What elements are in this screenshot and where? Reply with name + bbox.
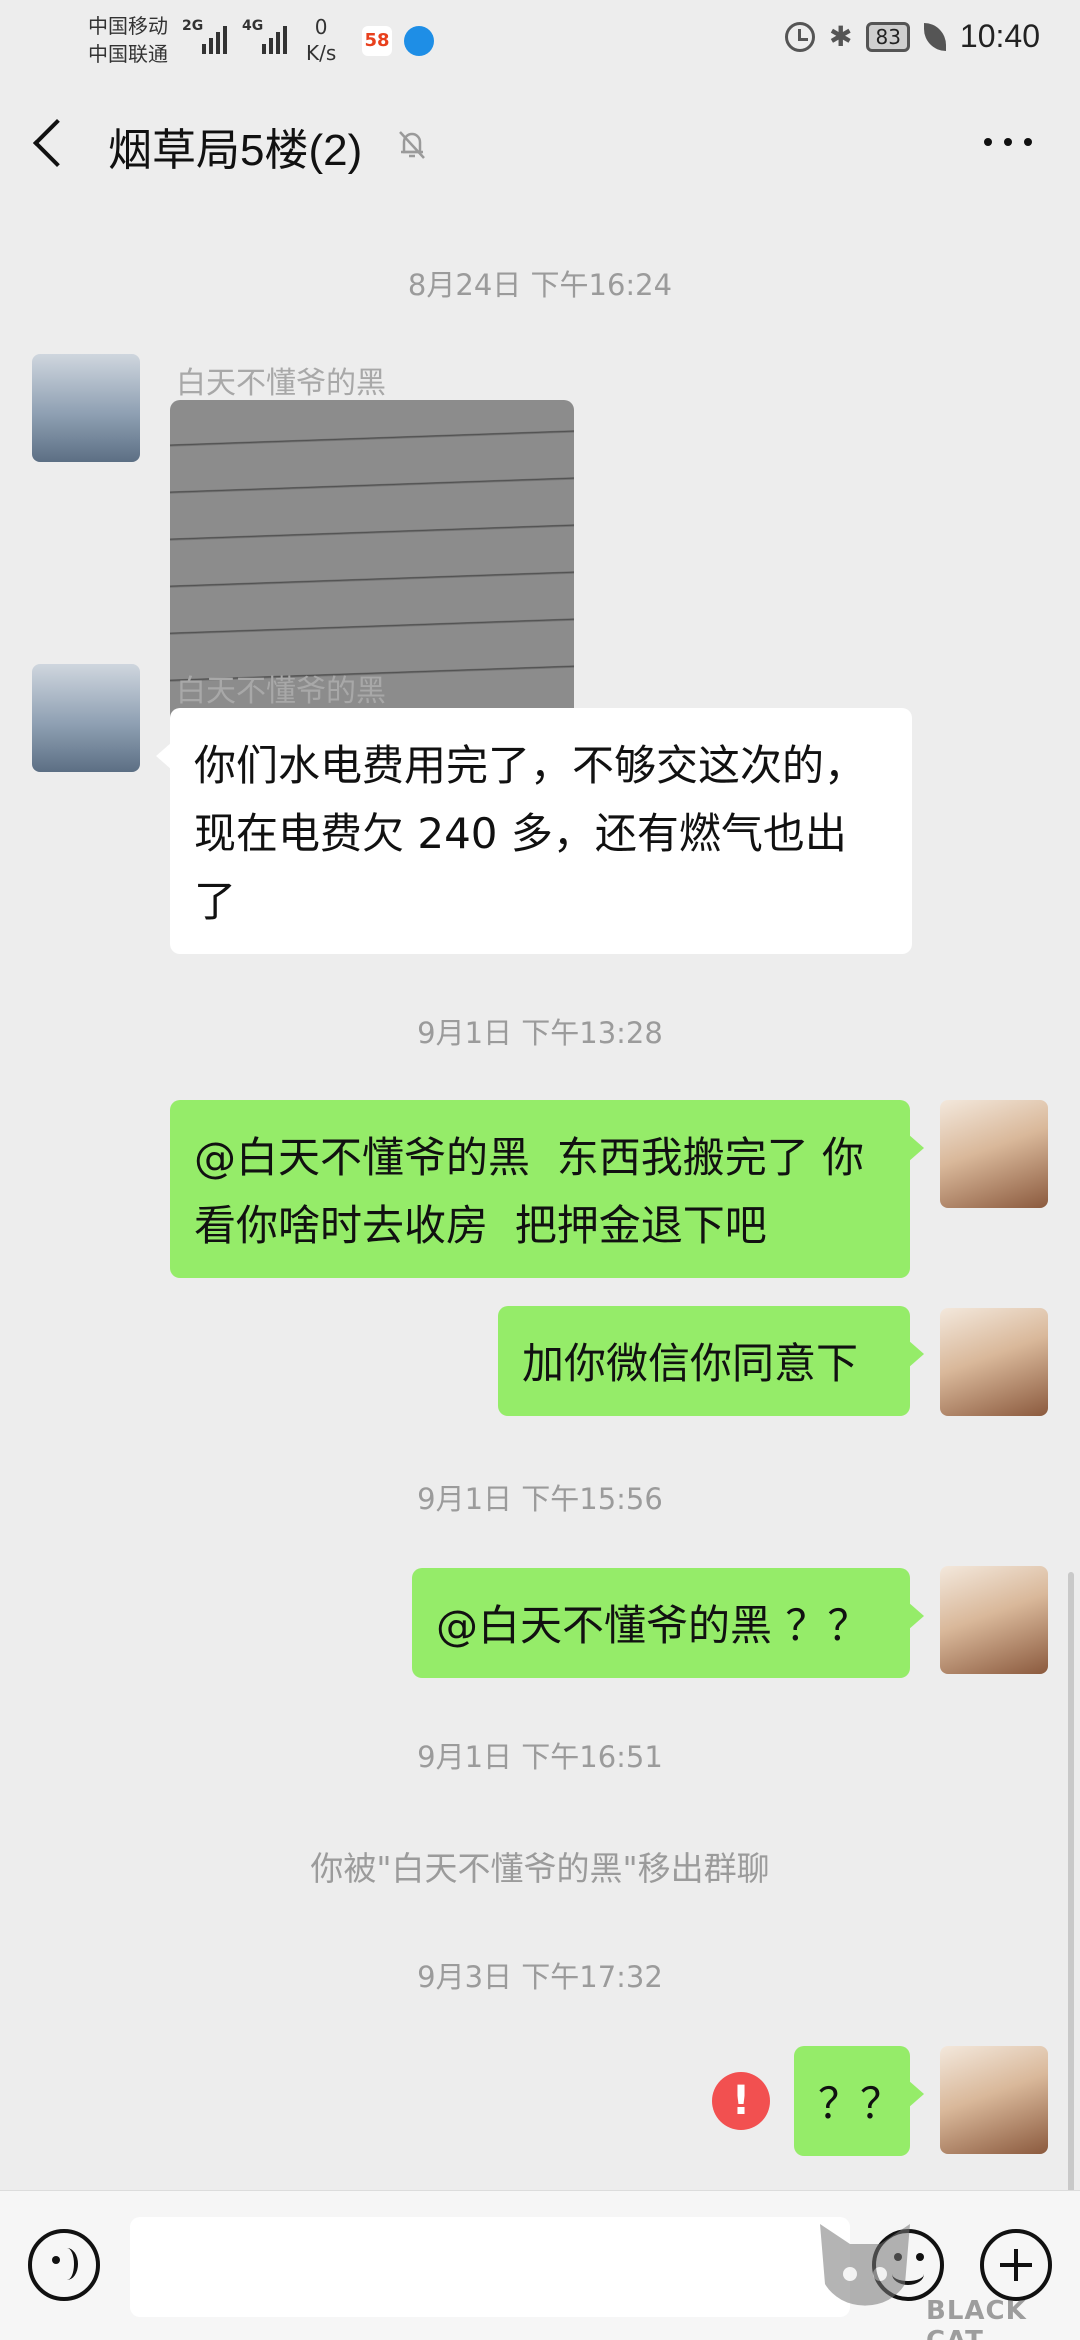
avatar[interactable] xyxy=(32,354,140,462)
chat-header: 烟草局5楼(2) xyxy=(0,80,1080,212)
avatar[interactable] xyxy=(32,664,140,772)
more-icon[interactable] xyxy=(984,138,1032,146)
bluetooth-icon: ✱ xyxy=(829,20,853,53)
carrier-labels: 中国移动 中国联通 xyxy=(88,12,168,68)
watermark-text: BLACK CAT xyxy=(926,2296,1027,2340)
send-failed-icon[interactable]: ! xyxy=(712,2072,770,2130)
carrier-2: 中国联通 xyxy=(88,42,168,66)
timestamp: 9月1日 下午13:28 xyxy=(417,1016,663,1050)
chat-area[interactable]: 8月24日 下午16:24 白天不懂爷的黑 白天不懂爷的黑 你们水电费用完了，不… xyxy=(0,212,1080,2340)
app-58-icon: 58 xyxy=(362,26,392,56)
avatar[interactable] xyxy=(940,1100,1048,1208)
message-bubble[interactable]: ？？ xyxy=(794,2046,924,2156)
power-saving-icon xyxy=(923,22,946,51)
network-speed: 0 K/s xyxy=(306,15,337,65)
clock: 10:40 xyxy=(959,18,1040,54)
status-bar: 中国移动 中国联通 2G 4G 0 K/s 58 ✱ 83 10:40 xyxy=(0,0,1080,80)
timestamp: 9月3日 下午17:32 xyxy=(417,1960,663,1994)
cat-logo-icon xyxy=(820,2224,910,2306)
watermark: BLACK CAT xyxy=(810,2214,1070,2340)
network-type-2: 4G xyxy=(242,18,264,34)
avatar[interactable] xyxy=(940,1308,1048,1416)
bell-off-icon xyxy=(399,131,425,159)
alarm-icon xyxy=(785,21,815,52)
message-bubble[interactable]: @白天不懂爷的黑 ？？ xyxy=(412,1568,924,1678)
sender-name: 白天不懂爷的黑 xyxy=(176,366,386,401)
back-icon[interactable] xyxy=(32,118,82,168)
network-type-1: 2G xyxy=(182,18,204,34)
avatar[interactable] xyxy=(940,1566,1048,1674)
message-input[interactable] xyxy=(130,2217,850,2317)
timestamp: 9月1日 下午15:56 xyxy=(417,1482,663,1516)
carrier-1: 中国移动 xyxy=(88,14,168,38)
timestamp: 8月24日 下午16:24 xyxy=(407,268,673,302)
message-bubble[interactable]: 加你微信你同意下 xyxy=(498,1306,924,1416)
status-right: ✱ 83 10:40 xyxy=(785,18,1040,55)
signal-icon-2: 4G xyxy=(242,18,287,54)
avatar[interactable] xyxy=(940,2046,1048,2154)
voice-icon[interactable] xyxy=(28,2229,100,2301)
timestamp: 9月1日 下午16:51 xyxy=(417,1740,663,1774)
system-message: 你被"白天不懂爷的黑"移出群聊 xyxy=(310,1849,770,1888)
message-bubble[interactable]: @白天不懂爷的黑 东西我搬完了 你看你啥时去收房 把押金退下吧 xyxy=(170,1100,924,1278)
message-bubble[interactable]: 你们水电费用完了，不够交这次的，现在电费欠 240 多，还有燃气也出了 xyxy=(156,708,912,954)
app-notification-icon xyxy=(404,26,434,56)
sender-name: 白天不懂爷的黑 xyxy=(176,674,386,709)
chat-title: 烟草局5楼(2) xyxy=(108,126,363,175)
signal-icon: 2G xyxy=(182,18,227,54)
battery-icon: 83 xyxy=(866,21,910,52)
